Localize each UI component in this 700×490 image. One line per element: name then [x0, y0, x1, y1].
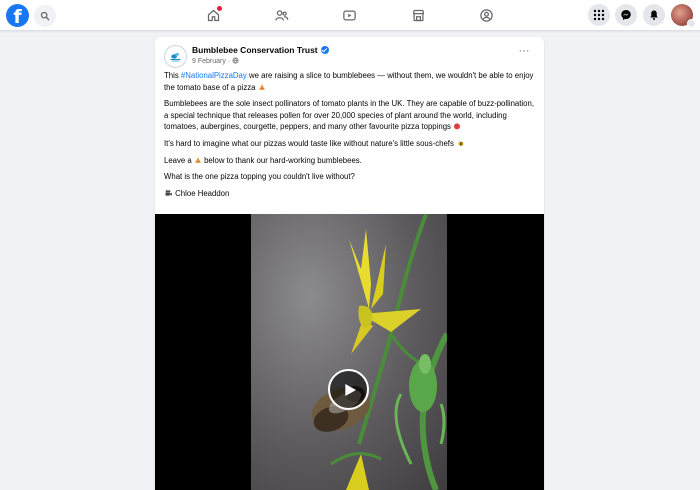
notifications-button[interactable]: [643, 4, 665, 26]
bumblebee-conservation-logo-icon: [168, 49, 183, 64]
post-text-span: What is the one pizza topping you couldn…: [164, 172, 355, 182]
post-video[interactable]: [155, 214, 544, 490]
nav-friends-button[interactable]: [272, 6, 290, 24]
pizza-emoji-icon: [194, 156, 201, 163]
play-icon: [345, 383, 356, 396]
tomato-emoji-icon: [454, 123, 461, 130]
bee-emoji-icon: [458, 140, 464, 146]
post-text-span: Bumblebees are the sole insect pollinato…: [164, 99, 534, 132]
facebook-logo-icon[interactable]: f: [6, 4, 29, 27]
post-date[interactable]: 9 February ·: [192, 58, 232, 65]
video-still-bumblebee-on-tomato-flower: [311, 214, 447, 490]
friends-icon: [274, 9, 288, 21]
menu-grid-icon: [593, 9, 605, 21]
post-paragraph-1: This #NationalPizzaDay we are raising a …: [164, 70, 538, 93]
video-frame: [251, 214, 447, 490]
messenger-icon: [621, 10, 631, 20]
verified-badge-icon: [320, 46, 329, 54]
watch-icon: [342, 10, 356, 20]
post-text: This #NationalPizzaDay we are raising a …: [164, 70, 538, 204]
post-text-span: Leave a: [164, 155, 194, 165]
page-name-row: Bumblebee Conservation Trust: [192, 45, 329, 55]
nav-watch-button[interactable]: [340, 6, 358, 24]
top-navigation-bar: f: [0, 0, 700, 31]
video-camera-icon: [165, 189, 172, 196]
groups-icon: [479, 8, 493, 22]
post-paragraph-4: Leave a below to thank our hard-working …: [164, 155, 538, 167]
globe-icon: [232, 57, 239, 64]
credit-name[interactable]: Chloe Headdon: [175, 189, 229, 198]
nav-marketplace-button[interactable]: [409, 6, 427, 24]
search-button[interactable]: [34, 5, 56, 27]
menu-button[interactable]: [588, 4, 610, 26]
post-text-span: This: [164, 71, 181, 80]
pizza-emoji-icon: [258, 83, 265, 90]
nav-groups-button[interactable]: [477, 6, 495, 24]
account-chevron-icon[interactable]: [687, 19, 696, 28]
search-icon: [40, 11, 50, 21]
post-text-span: below to thank our hard-working bumblebe…: [201, 155, 362, 165]
more-options-button[interactable]: ···: [516, 46, 532, 59]
marketplace-icon: [412, 9, 424, 21]
page-avatar[interactable]: [164, 45, 187, 68]
play-button[interactable]: [328, 369, 369, 410]
notifications-icon: [650, 10, 658, 20]
post-paragraph-5: What is the one pizza topping you couldn…: [164, 171, 538, 183]
hashtag-link[interactable]: #NationalPizzaDay: [181, 71, 247, 80]
post-paragraph-3: It's hard to imagine what our pizzas wou…: [164, 138, 538, 150]
post-text-span: It's hard to imagine what our pizzas wou…: [164, 138, 457, 148]
page-name[interactable]: Bumblebee Conservation Trust: [192, 45, 318, 55]
nav-home-button[interactable]: [204, 6, 222, 24]
post-paragraph-2: Bumblebees are the sole insect pollinato…: [164, 98, 538, 133]
post-meta: 9 February ·: [192, 57, 239, 65]
photo-credit: Chloe Headdon: [164, 188, 538, 200]
notification-dot: [217, 6, 222, 11]
messenger-button[interactable]: [615, 4, 637, 26]
post-card: Bumblebee Conservation Trust 9 February …: [155, 37, 544, 490]
